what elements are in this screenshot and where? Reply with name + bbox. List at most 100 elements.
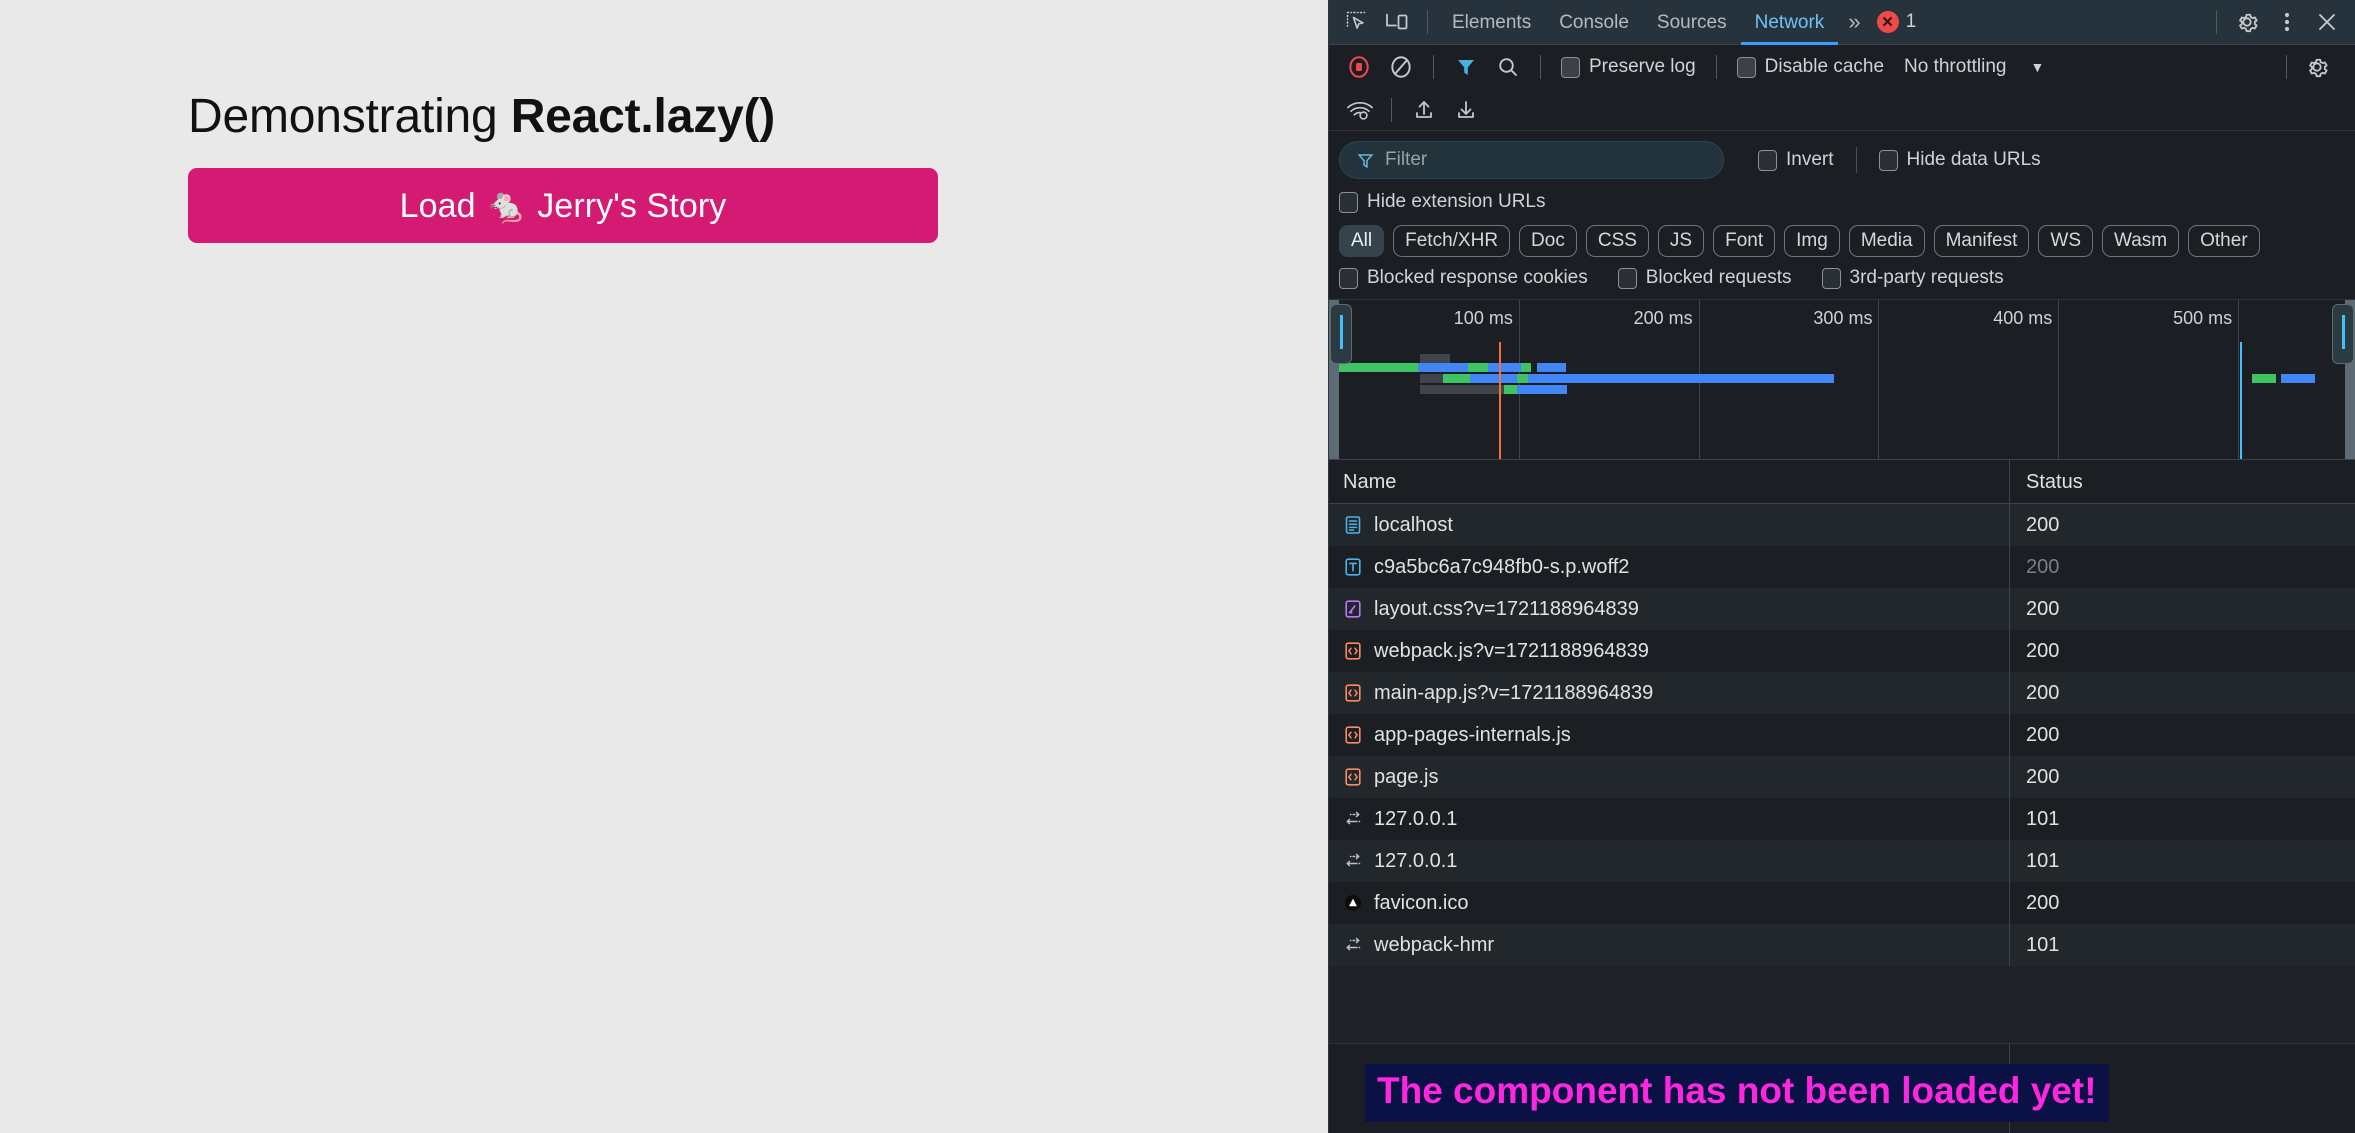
column-header-name[interactable]: Name: [1329, 460, 2009, 504]
tab-sources[interactable]: Sources: [1643, 0, 1741, 45]
overview-request-bar: [1517, 385, 1568, 394]
search-icon[interactable]: [1488, 47, 1528, 87]
filter-placeholder: Filter: [1385, 149, 1428, 170]
network-request-table: Name Status localhost 200 c9a5bc6a7c948fb0…: [1329, 459, 2355, 966]
type-filter-img[interactable]: Img: [1784, 225, 1840, 257]
request-name-label: c9a5bc6a7c948fb0-s.p.woff2: [1374, 555, 1630, 578]
load-jerrys-story-button[interactable]: Load 🐁 Jerry's Story: [188, 168, 938, 243]
network-settings-gear-icon[interactable]: [2297, 47, 2337, 87]
checkbox-box: [1878, 149, 1898, 171]
table-row[interactable]: 127.0.0.1 101: [1329, 798, 2355, 840]
tabstrip-right-actions: [2206, 2, 2355, 42]
more-tabs-icon[interactable]: »: [1838, 9, 1870, 35]
devtools-tabstrip: Elements Console Sources Network » ✕ 1: [1329, 0, 2355, 45]
error-badge[interactable]: ✕ 1: [1876, 11, 1916, 33]
overview-tick-label: 200 ms: [1633, 308, 1693, 328]
type-filter-all[interactable]: All: [1339, 225, 1385, 257]
request-status-cell: 101: [2009, 798, 2355, 840]
type-filter-fetch-xhr[interactable]: Fetch/XHR: [1393, 225, 1511, 257]
chevron-down-icon[interactable]: ▼: [2030, 59, 2044, 75]
document-icon: [1343, 515, 1363, 535]
toolbar-divider-4: [2286, 55, 2287, 79]
handle-grip: [1340, 315, 1343, 349]
wifi-settings-icon[interactable]: [1339, 90, 1379, 130]
table-row[interactable]: main-app.js?v=1721188964839 200: [1329, 672, 2355, 714]
blocked-filter-label: 3rd-party requests: [1849, 267, 2004, 288]
type-filter-other[interactable]: Other: [2188, 225, 2260, 257]
tab-console[interactable]: Console: [1545, 0, 1643, 45]
more-options-icon[interactable]: [2267, 2, 2307, 42]
overview-request-bar: [1536, 363, 1566, 372]
page-title-strong: React.lazy(): [510, 90, 776, 143]
table-row[interactable]: 127.0.0.1 101: [1329, 840, 2355, 882]
devtools-panel: Elements Console Sources Network » ✕ 1 P…: [1328, 0, 2355, 1133]
overview-request-bar: [1470, 374, 1518, 383]
font-icon: [1343, 557, 1363, 577]
overview-tick-label: 500 ms: [2173, 308, 2233, 328]
table-row[interactable]: localhost 200: [1329, 504, 2355, 546]
network-overview-timeline[interactable]: 100 ms 200 ms 300 ms 400 ms 500 ms: [1329, 300, 2355, 460]
filter-funnel-icon: [1357, 153, 1374, 168]
column-header-status[interactable]: Status: [2009, 459, 2355, 504]
overview-resize-handle-left[interactable]: [1330, 304, 1352, 364]
filter-icon[interactable]: [1446, 47, 1486, 87]
blocked-filter-blocked-requests[interactable]: Blocked requests: [1610, 267, 1800, 289]
request-status-cell: 101: [2009, 840, 2355, 882]
table-row[interactable]: webpack.js?v=1721188964839 200: [1329, 630, 2355, 672]
hide-data-urls-checkbox[interactable]: Hide data URLs: [1871, 149, 2049, 171]
type-filter-manifest[interactable]: Manifest: [1933, 225, 2030, 257]
invert-checkbox[interactable]: Invert: [1750, 149, 1842, 171]
overview-resize-handle-right[interactable]: [2332, 304, 2354, 364]
search-input[interactable]: Filter: [1339, 141, 1724, 179]
type-filter-js[interactable]: JS: [1657, 225, 1705, 257]
request-name-cell: layout.css?v=1721188964839: [1329, 588, 2009, 630]
overview-request-bar: [1520, 363, 1532, 372]
gear-icon[interactable]: [2227, 2, 2267, 42]
device-toolbar-icon[interactable]: [1377, 2, 1417, 42]
hide-extension-urls-checkbox[interactable]: Hide extension URLs: [1339, 191, 1553, 213]
overview-event-line-load: [2239, 342, 2242, 459]
table-row[interactable]: c9a5bc6a7c948fb0-s.p.woff2 200: [1329, 546, 2355, 588]
blocked-filter-3rd-party-requests[interactable]: 3rd-party requests: [1814, 267, 2012, 289]
table-row[interactable]: app-pages-internals.js 200: [1329, 714, 2355, 756]
screen-root: Demonstrating React.lazy() Load 🐁 Jerry'…: [0, 0, 2355, 1133]
inspect-element-icon[interactable]: [1337, 2, 1377, 42]
throttling-select[interactable]: No throttling: [1904, 56, 2006, 78]
upload-icon[interactable]: [1404, 90, 1444, 130]
tab-elements[interactable]: Elements: [1438, 0, 1545, 45]
type-filter-media[interactable]: Media: [1848, 225, 1925, 257]
filter-bar: Filter Invert Hide data URLs Hide extens…: [1329, 131, 2355, 213]
preserve-log-checkbox[interactable]: Preserve log: [1553, 56, 1704, 78]
request-name-label: layout.css?v=1721188964839: [1374, 597, 1639, 620]
blocked-filter-blocked-response-cookies[interactable]: Blocked response cookies: [1339, 267, 1596, 289]
overview-tick-label: 100 ms: [1453, 308, 1513, 328]
request-name-cell: c9a5bc6a7c948fb0-s.p.woff2: [1329, 546, 2009, 588]
table-row[interactable]: page.js 200: [1329, 756, 2355, 798]
script-icon: [1343, 767, 1363, 787]
toolbar-right-actions: [2276, 47, 2345, 87]
checkbox-box: [1736, 56, 1756, 78]
handle-grip: [2342, 315, 2345, 349]
disable-cache-checkbox[interactable]: Disable cache: [1729, 56, 1892, 78]
type-filter-wasm[interactable]: Wasm: [2102, 225, 2180, 257]
type-filter-ws[interactable]: WS: [2038, 225, 2093, 257]
overview-request-bar: [1339, 363, 1419, 372]
clear-icon[interactable]: [1381, 47, 1421, 87]
filter-row-secondary: Hide extension URLs: [1339, 191, 2345, 213]
tab-network[interactable]: Network: [1741, 0, 1839, 45]
table-row[interactable]: layout.css?v=1721188964839 200: [1329, 588, 2355, 630]
type-filter-css[interactable]: CSS: [1585, 225, 1649, 257]
request-name-label: webpack-hmr: [1374, 933, 1495, 956]
type-filter-font[interactable]: Font: [1713, 225, 1776, 257]
filter-row-primary: Filter Invert Hide data URLs: [1339, 141, 2345, 179]
download-icon[interactable]: [1446, 90, 1486, 130]
record-stop-icon[interactable]: [1339, 47, 1379, 87]
websocket-icon: [1343, 935, 1363, 955]
resource-type-filters: All Fetch/XHR Doc CSS JS Font Img Media Manifest…: [1329, 213, 2355, 257]
page-title-prefix: Demonstrating: [188, 90, 511, 143]
type-filter-doc[interactable]: Doc: [1519, 225, 1577, 257]
close-icon[interactable]: [2307, 2, 2347, 42]
table-row[interactable]: webpack-hmr 101: [1329, 924, 2355, 966]
table-row[interactable]: favicon.ico 200: [1329, 882, 2355, 924]
overview-tick-label: 400 ms: [1993, 308, 2053, 328]
